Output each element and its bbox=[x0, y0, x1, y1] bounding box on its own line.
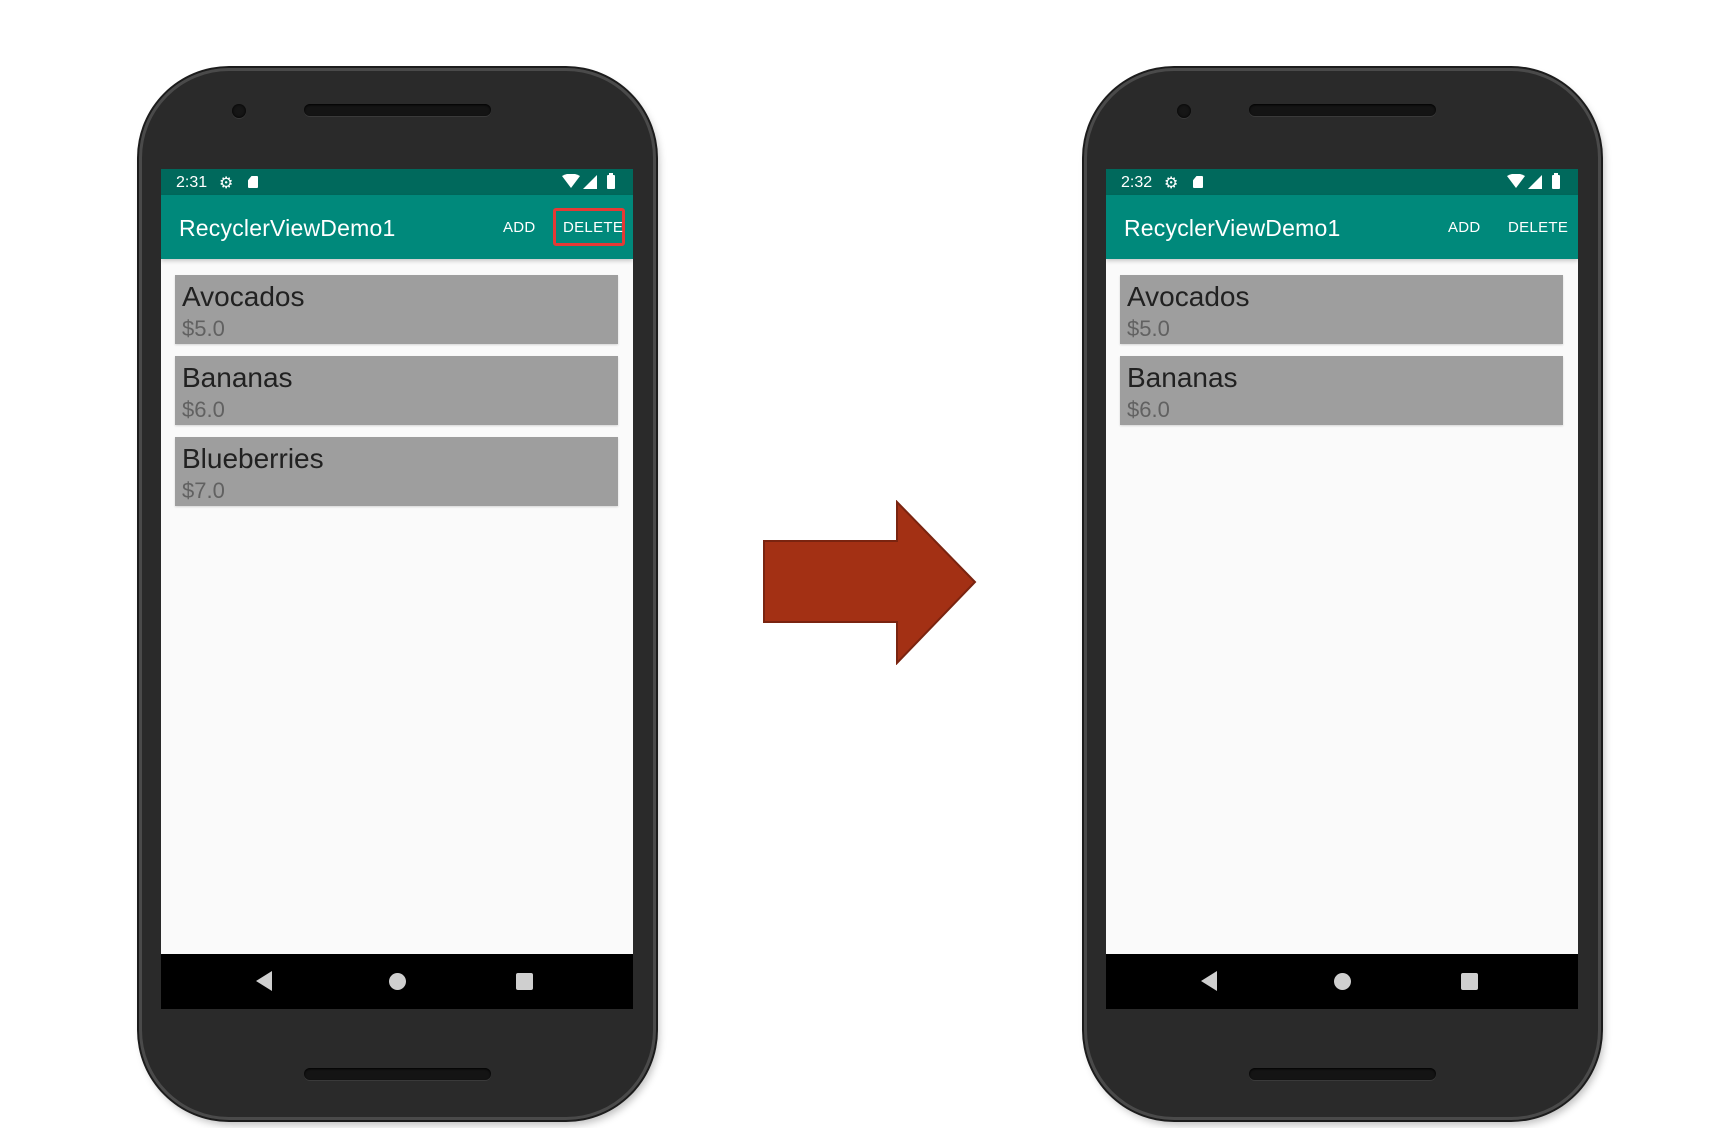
item-name: Bananas bbox=[182, 362, 293, 393]
list-item[interactable]: Avocados $5.0 bbox=[1120, 275, 1563, 344]
bottom-speaker bbox=[304, 1068, 491, 1080]
app-title: RecyclerViewDemo1 bbox=[179, 215, 396, 241]
status-bar: 2:31 ⚙ bbox=[161, 169, 633, 195]
navigation-bar bbox=[1106, 954, 1578, 1009]
navigation-bar bbox=[161, 954, 633, 1009]
battery-icon bbox=[1552, 173, 1560, 189]
gear-icon: ⚙ bbox=[219, 175, 234, 192]
phone-before: 2:31 ⚙ RecyclerViewDemo1 ADD DELETE Avoc… bbox=[139, 68, 656, 1120]
screen-after: 2:32 ⚙ RecyclerViewDemo1 ADD DELETE Avoc… bbox=[1106, 169, 1578, 1009]
item-name: Blueberries bbox=[182, 443, 324, 474]
home-icon[interactable] bbox=[1334, 973, 1351, 990]
recents-icon[interactable] bbox=[516, 973, 533, 990]
top-speaker bbox=[304, 104, 491, 116]
item-name: Bananas bbox=[1127, 362, 1238, 393]
app-toolbar: RecyclerViewDemo1 ADD DELETE bbox=[161, 195, 633, 259]
status-bar: 2:32 ⚙ bbox=[1106, 169, 1578, 195]
app-title: RecyclerViewDemo1 bbox=[1124, 215, 1341, 241]
add-button[interactable]: ADD bbox=[503, 219, 536, 236]
item-price: $5.0 bbox=[1127, 316, 1170, 341]
front-camera bbox=[1177, 104, 1191, 118]
bottom-speaker bbox=[1249, 1068, 1436, 1080]
item-price: $6.0 bbox=[1127, 397, 1170, 422]
list-item[interactable]: Avocados $5.0 bbox=[175, 275, 618, 344]
status-time: 2:32 bbox=[1121, 174, 1153, 191]
list-item[interactable]: Blueberries $7.0 bbox=[175, 437, 618, 506]
status-time: 2:31 bbox=[176, 174, 208, 191]
cell-signal-icon bbox=[583, 175, 597, 189]
item-list: Avocados $5.0 Bananas $6.0 Blueberries $… bbox=[175, 275, 618, 518]
wifi-icon bbox=[562, 174, 580, 188]
top-speaker bbox=[1249, 104, 1436, 116]
item-list: Avocados $5.0 Bananas $6.0 bbox=[1120, 275, 1563, 437]
item-price: $7.0 bbox=[182, 478, 225, 503]
delete-button[interactable]: DELETE bbox=[563, 219, 623, 236]
home-icon[interactable] bbox=[389, 973, 406, 990]
app-toolbar: RecyclerViewDemo1 ADD DELETE bbox=[1106, 195, 1578, 259]
item-price: $5.0 bbox=[182, 316, 225, 341]
back-icon[interactable] bbox=[256, 971, 272, 991]
screen-before: 2:31 ⚙ RecyclerViewDemo1 ADD DELETE Avoc… bbox=[161, 169, 633, 1009]
phone-after: 2:32 ⚙ RecyclerViewDemo1 ADD DELETE Avoc… bbox=[1084, 68, 1601, 1120]
cell-signal-icon bbox=[1528, 175, 1542, 189]
add-button[interactable]: ADD bbox=[1448, 219, 1481, 236]
item-name: Avocados bbox=[1127, 281, 1250, 312]
battery-icon bbox=[607, 173, 615, 189]
sd-card-icon bbox=[248, 176, 258, 188]
item-price: $6.0 bbox=[182, 397, 225, 422]
sd-card-icon bbox=[1193, 176, 1203, 188]
front-camera bbox=[232, 104, 246, 118]
item-name: Avocados bbox=[182, 281, 305, 312]
list-item[interactable]: Bananas $6.0 bbox=[175, 356, 618, 425]
delete-button[interactable]: DELETE bbox=[1508, 219, 1568, 236]
back-icon[interactable] bbox=[1201, 971, 1217, 991]
gear-icon: ⚙ bbox=[1164, 175, 1179, 192]
recents-icon[interactable] bbox=[1461, 973, 1478, 990]
wifi-icon bbox=[1507, 174, 1525, 188]
list-item[interactable]: Bananas $6.0 bbox=[1120, 356, 1563, 425]
right-arrow-icon bbox=[763, 500, 977, 665]
